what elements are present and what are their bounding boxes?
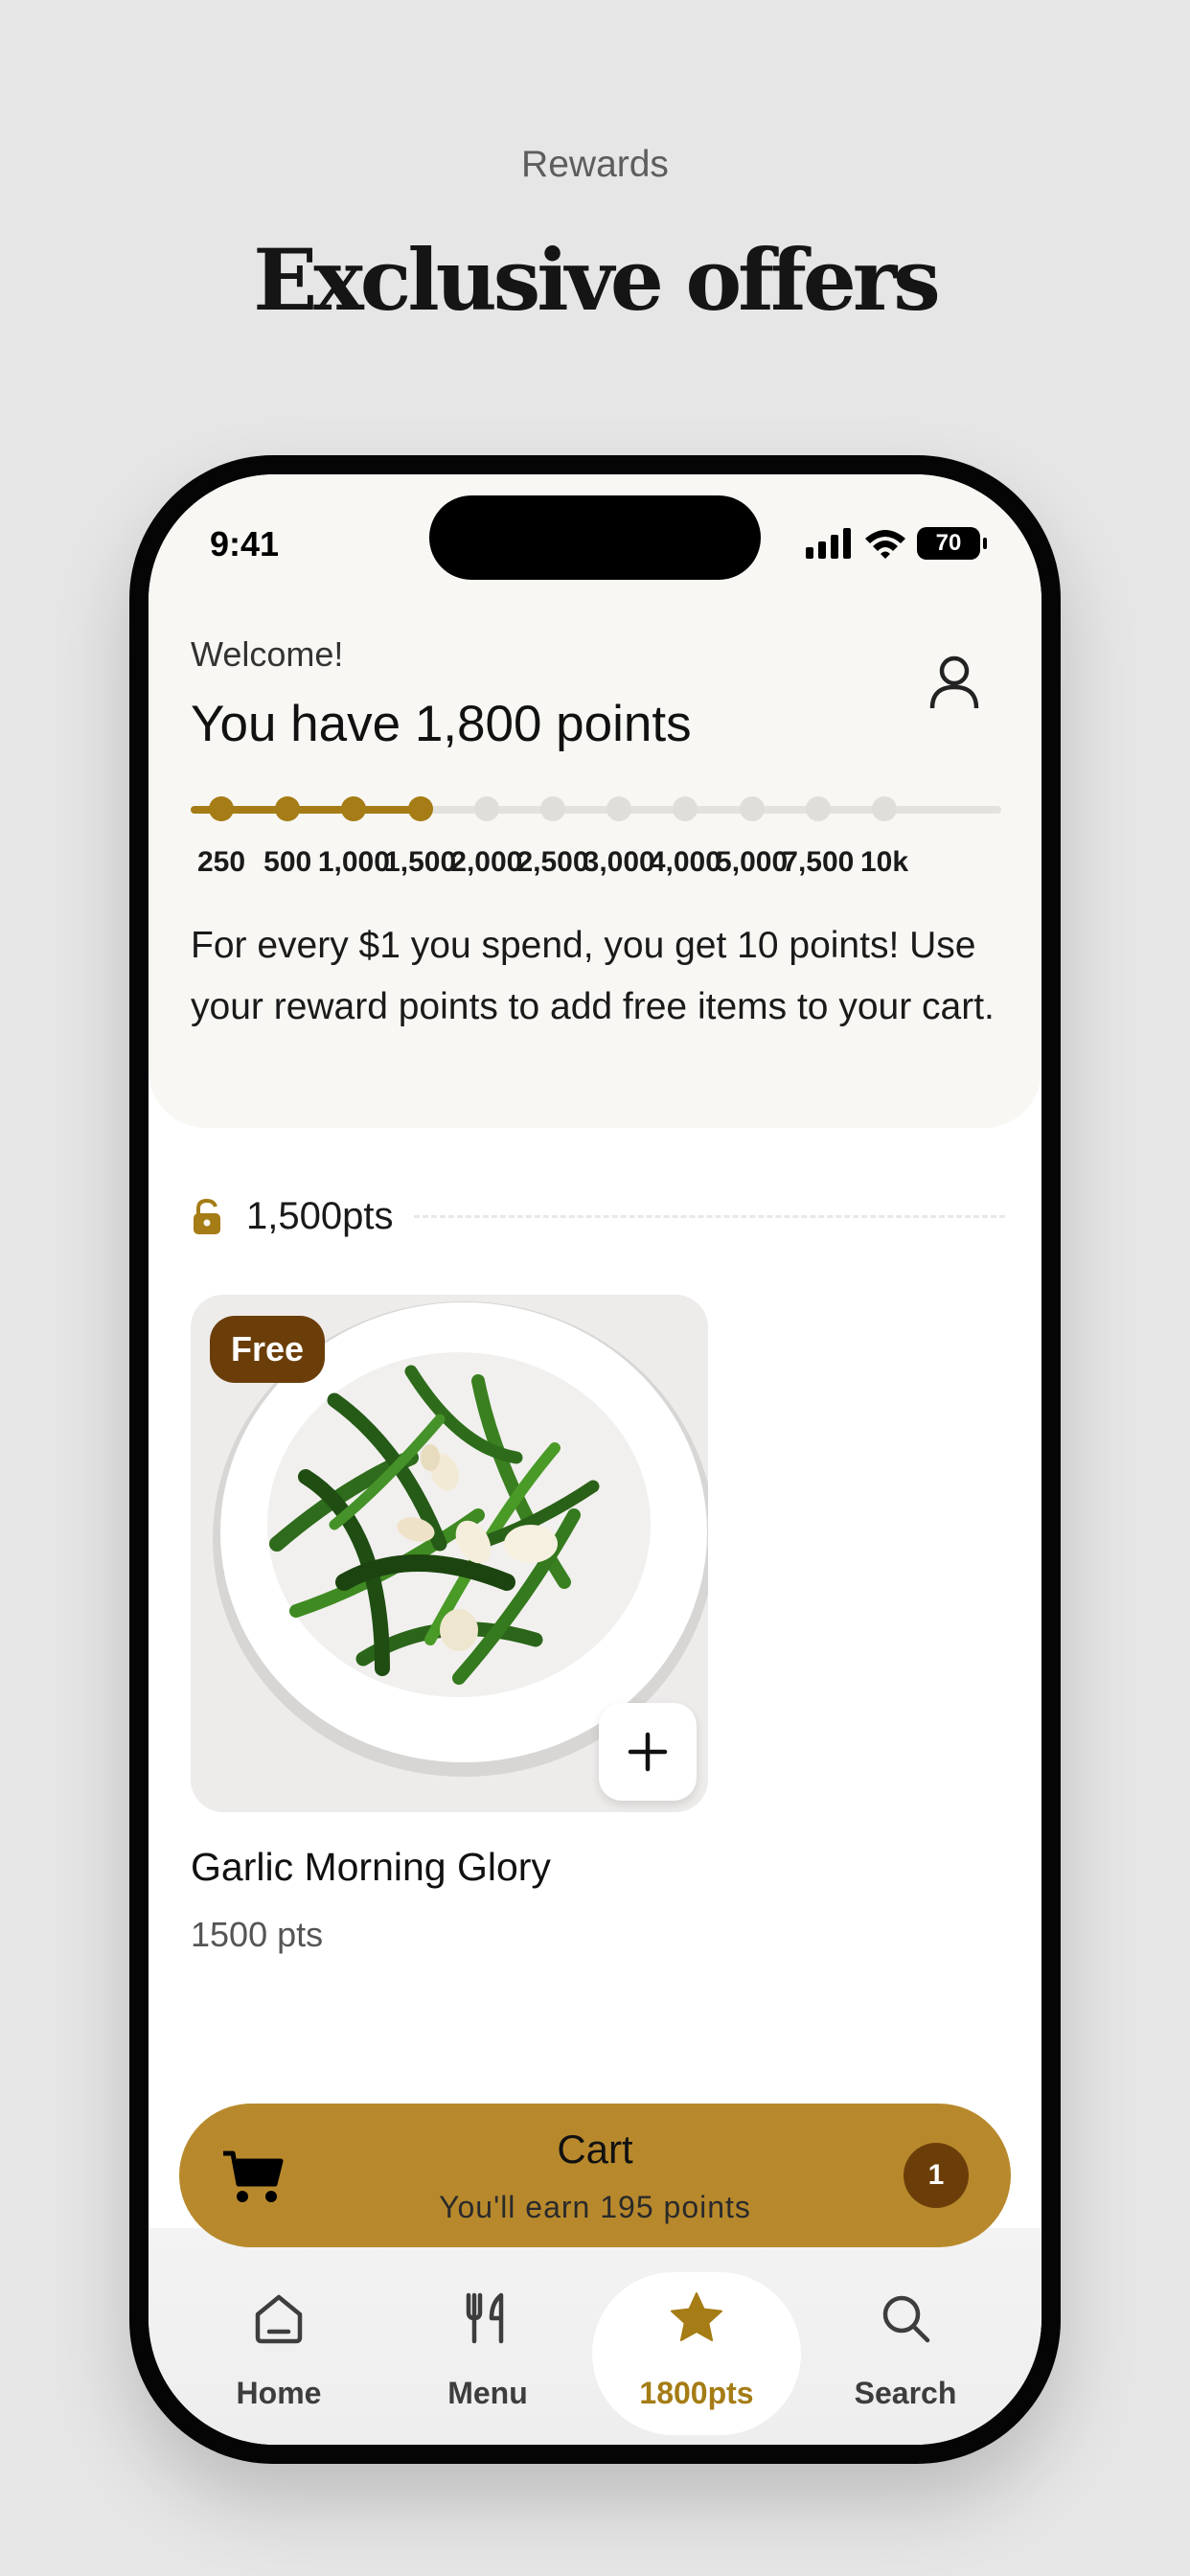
milestone-label: 1,500 [384,846,457,878]
phone-screen: 9:41 70 Welcome! You have 1,800 points 2… [149,474,1041,2445]
nav-label: Search [854,2376,957,2410]
milestone-label: 1,000 [317,846,390,878]
milestone-label: 7,500 [782,846,855,878]
add-to-cart-button[interactable] [599,1703,697,1801]
page-title: Exclusive offers [253,230,941,330]
milestone-label: 4,000 [649,846,721,878]
milestone-dot [407,796,433,821]
nav-home[interactable]: Home [174,2272,383,2435]
battery-indicator: 70 [917,527,987,560]
reward-item-name[interactable]: Garlic Morning Glory [191,1845,551,1890]
wifi-icon [865,530,905,559]
unlock-icon [194,1198,220,1234]
cart-title: Cart [557,2127,633,2172]
milestone-dot [540,796,565,821]
milestone-label: 250 [196,846,246,878]
tier-divider [414,1215,1005,1218]
milestone-label: 2,500 [516,846,589,878]
milestone-label: 500 [263,846,312,878]
cart-button[interactable]: Cart You'll earn 195 points 1 [179,2104,1011,2247]
milestone-dot [739,796,765,821]
cart-points-earned: You'll earn 195 points [439,2190,751,2224]
cart-count-badge: 1 [904,2143,969,2208]
tier-section-header: 1,500pts [191,1195,1005,1238]
nav-search[interactable]: Search [801,2272,1010,2435]
phone-frame: 9:41 70 Welcome! You have 1,800 points 2… [129,455,1061,2464]
page-eyebrow: Rewards [521,144,669,185]
nav-label: 1800pts [639,2376,754,2410]
milestone-label: 3,000 [583,846,655,878]
milestone-dot [606,796,632,821]
milestone-dot [473,796,499,821]
star-icon [671,2292,722,2341]
profile-icon[interactable] [928,655,980,710]
milestone-dot [209,796,234,821]
milestone-label: 10k [859,846,909,878]
milestone-label: 5,000 [716,846,789,878]
nav-menu[interactable]: Menu [383,2272,592,2435]
welcome-text: Welcome! [191,634,344,674]
home-icon [255,2294,303,2344]
signal-icon [806,528,851,559]
milestone-label: 2,000 [450,846,523,878]
milestone-dot [872,796,897,821]
nav-label: Menu [447,2376,528,2410]
nav-rewards[interactable]: 1800pts [592,2272,801,2435]
tier-label: 1,500pts [246,1195,394,1237]
reward-item-price: 1500 pts [191,1915,324,1954]
reward-item-image[interactable]: Free [191,1295,708,1812]
rewards-info-text: For every $1 you spend, you get 10 point… [191,925,995,1027]
points-balance: You have 1,800 points [191,696,692,752]
plus-icon [628,1732,668,1772]
search-icon [882,2295,930,2343]
free-badge: Free [210,1316,326,1383]
milestone-dot [805,796,831,821]
dynamic-island [429,495,761,580]
status-icons: 70 [806,524,987,563]
nav-label: Home [236,2376,322,2410]
milestone-dot [275,796,301,821]
status-time: 9:41 [210,524,280,564]
utensils-icon [466,2292,504,2344]
